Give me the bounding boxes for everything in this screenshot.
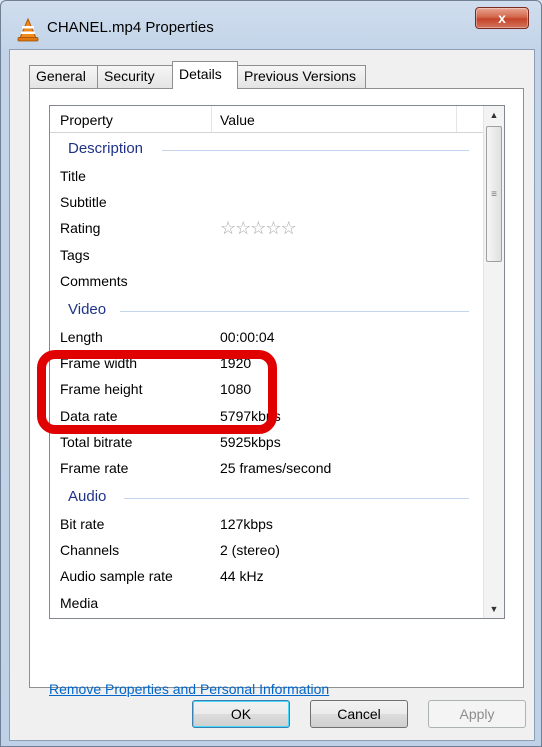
star-icon[interactable]: ☆ — [235, 218, 251, 238]
property-name: Frame rate — [60, 459, 129, 476]
list-item[interactable]: Rating ☆☆☆☆☆ — [50, 216, 483, 242]
cancel-button[interactable]: Cancel — [310, 700, 408, 728]
scroll-up-arrow-icon[interactable]: ▲ — [484, 106, 504, 124]
group-divider — [162, 150, 469, 151]
property-value[interactable]: 44 kHz — [220, 568, 264, 584]
property-name: Channels — [60, 542, 120, 559]
property-name: Rating — [60, 220, 101, 237]
star-icon[interactable]: ☆ — [265, 218, 281, 238]
column-header-value[interactable]: Value — [220, 112, 255, 128]
remove-properties-link[interactable]: Remove Properties and Personal Informati… — [49, 681, 329, 697]
property-name: Media — [60, 594, 99, 611]
column-divider[interactable] — [456, 106, 457, 132]
window-title: CHANEL.mp4 Properties — [47, 19, 214, 36]
red-highlight-annotation — [37, 350, 277, 434]
scroll-thumb[interactable]: ≡ — [486, 126, 502, 262]
group-label: Description — [68, 140, 144, 157]
ok-button[interactable]: OK — [192, 700, 290, 728]
group-audio[interactable]: Audio — [50, 482, 483, 512]
tab-previous-versions[interactable]: Previous Versions — [237, 65, 366, 88]
tab-security[interactable]: Security — [97, 65, 173, 88]
property-value[interactable]: 2 (stereo) — [220, 542, 280, 558]
star-icon[interactable]: ☆ — [220, 218, 236, 238]
list-item[interactable]: Media — [50, 591, 483, 617]
property-name: Bit rate — [60, 516, 105, 533]
property-name: Subtitle — [60, 194, 107, 211]
apply-button[interactable]: Apply — [428, 700, 526, 728]
group-label: Video — [68, 300, 107, 318]
star-icon[interactable]: ☆ — [281, 218, 297, 238]
column-divider[interactable] — [211, 106, 212, 132]
property-name: Comments — [60, 272, 128, 289]
list-item[interactable]: Comments — [50, 269, 483, 295]
scroll-down-arrow-icon[interactable]: ▼ — [484, 600, 504, 618]
property-value[interactable]: 127kbps — [220, 516, 273, 532]
property-value[interactable]: 00:00:04 — [220, 329, 275, 345]
property-name: Length — [60, 328, 103, 345]
list-item[interactable]: Channels 2 (stereo) — [50, 538, 483, 564]
property-name: Total bitrate — [60, 433, 133, 450]
property-name: Title — [60, 168, 86, 184]
property-name: Tags — [60, 246, 90, 263]
list-item[interactable]: Title — [50, 164, 483, 190]
property-value[interactable]: 5925kbps — [220, 434, 281, 450]
group-video[interactable]: Video — [50, 295, 483, 325]
group-label: Audio — [68, 488, 107, 506]
tab-general[interactable]: General — [29, 65, 98, 88]
list-item[interactable]: Audio sample rate 44 kHz — [50, 564, 483, 590]
tab-details[interactable]: Details — [172, 61, 238, 89]
rating-stars[interactable]: ☆☆☆☆☆ — [220, 218, 297, 239]
star-icon[interactable]: ☆ — [250, 218, 266, 238]
vlc-cone-icon — [17, 18, 39, 42]
group-description[interactable]: Description — [50, 134, 483, 164]
list-header: Property Value — [50, 106, 483, 133]
list-item[interactable]: Subtitle — [50, 190, 483, 216]
list-item[interactable]: Bit rate 127kbps — [50, 512, 483, 538]
group-divider — [120, 310, 469, 312]
list-item[interactable]: Tags — [50, 243, 483, 269]
vertical-scrollbar[interactable]: ▲ ≡ ▼ — [483, 106, 504, 618]
list-item[interactable]: Length 00:00:04 — [50, 325, 483, 351]
property-name: Audio sample rate — [60, 568, 173, 585]
column-header-property[interactable]: Property — [60, 112, 113, 128]
property-value[interactable]: 25 frames/second — [220, 460, 331, 476]
close-button[interactable]: x — [475, 7, 529, 29]
list-item[interactable]: Frame rate 25 frames/second — [50, 456, 483, 482]
group-divider — [124, 498, 469, 500]
properties-dialog: CHANEL.mp4 Properties x General Security… — [0, 0, 542, 747]
